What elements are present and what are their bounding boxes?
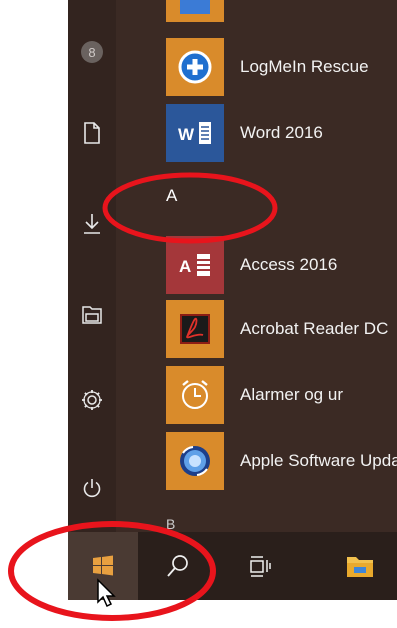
app-label: Apple Software Update	[240, 451, 397, 470]
taskbar	[68, 532, 397, 600]
acrobat-icon	[166, 300, 224, 358]
app-item-access[interactable]: A Access 2016	[116, 234, 397, 296]
power-button[interactable]	[68, 466, 116, 510]
logmein-rescue-icon	[166, 38, 224, 96]
app-item-acrobat[interactable]: Acrobat Reader DC	[116, 298, 397, 360]
download-icon	[84, 214, 100, 234]
user-account-button[interactable]: 8	[68, 30, 116, 74]
avatar: 8	[81, 41, 103, 63]
start-button[interactable]	[68, 532, 138, 600]
group-header-b[interactable]: B	[166, 516, 175, 532]
app-item-alarms[interactable]: Alarmer og ur	[116, 364, 397, 426]
document-icon	[84, 122, 100, 144]
search-icon	[167, 555, 188, 577]
app-label: Acrobat Reader DC	[240, 319, 389, 338]
app-item-apple-update[interactable]: Apple Software Update	[116, 430, 397, 492]
app-label: Alarmer og ur	[240, 385, 343, 404]
app-item-word[interactable]: W Word 2016	[116, 102, 397, 164]
file-explorer-button[interactable]	[68, 292, 116, 336]
app-label: Word 2016	[240, 123, 323, 142]
gear-icon	[82, 390, 102, 410]
access-icon: A	[166, 236, 224, 294]
task-view-button[interactable]	[230, 532, 290, 600]
svg-text:W: W	[178, 125, 195, 144]
app-label: Access 2016	[240, 255, 338, 274]
file-explorer-taskbar-button[interactable]	[330, 532, 390, 600]
search-button[interactable]	[148, 532, 208, 600]
app-tile-partial[interactable]	[166, 0, 224, 22]
folder-icon	[347, 557, 373, 577]
windows-logo-icon	[93, 555, 113, 576]
app-item-logmein[interactable]: LogMeIn Rescue	[116, 36, 397, 98]
settings-button[interactable]	[68, 378, 116, 422]
task-view-icon	[250, 556, 271, 577]
app-list: LogMeIn Rescue W Word 2016 A Access 2016…	[116, 0, 397, 532]
file-explorer-icon	[82, 306, 102, 324]
downloads-button[interactable]	[68, 202, 116, 246]
group-header-a[interactable]: A	[166, 186, 177, 206]
svg-text:A: A	[179, 257, 191, 276]
alarm-clock-icon	[166, 366, 224, 424]
word-icon: W	[166, 104, 224, 162]
power-icon	[83, 479, 101, 498]
documents-button[interactable]	[68, 111, 116, 155]
app-label: LogMeIn Rescue	[240, 57, 369, 76]
apple-software-update-icon	[166, 432, 224, 490]
start-menu: 8 LogMeIn Rescue W Word 2016 A Access 20…	[68, 0, 397, 532]
start-rail: 8	[68, 0, 116, 532]
